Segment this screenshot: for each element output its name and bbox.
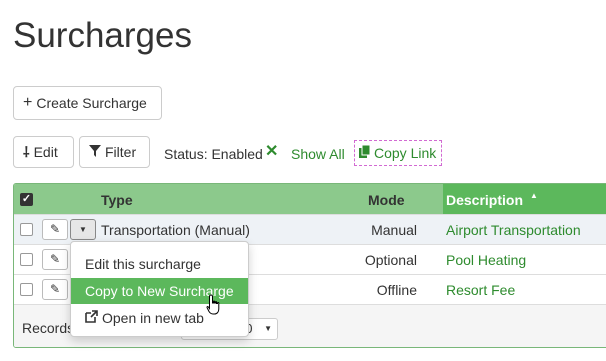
filter-label: Filter xyxy=(105,144,137,160)
cell-description-link[interactable]: Pool Heating xyxy=(446,252,526,268)
row-checkbox[interactable] xyxy=(20,223,33,236)
status-filter-label: Status: Enabled xyxy=(164,146,263,162)
sort-asc-icon: ▲ xyxy=(530,191,538,200)
cell-mode: Optional xyxy=(364,252,417,268)
x-icon[interactable]: ✕ xyxy=(265,144,278,160)
copy-icon xyxy=(359,144,371,161)
cell-mode: Manual xyxy=(371,222,417,238)
records-label: Records xyxy=(22,320,75,336)
column-header-description-label: Description xyxy=(446,192,524,208)
pencil-icon[interactable]: ✎ xyxy=(42,219,68,240)
cell-type: Transportation (Manual) xyxy=(101,222,250,238)
hand-cursor-icon xyxy=(206,294,220,315)
row-checkbox[interactable] xyxy=(20,283,33,296)
create-surcharge-button[interactable]: + Create Surcharge xyxy=(13,86,162,120)
copy-link-label: Copy Link xyxy=(374,145,437,161)
menu-item-edit-surcharge[interactable]: Edit this surcharge xyxy=(71,251,248,277)
table-row[interactable]: ✎ ▼ Transportation (Manual) Manual Airpo… xyxy=(14,214,606,244)
cell-description-link[interactable]: Airport Transportation xyxy=(446,222,581,238)
pencil-icon[interactable]: ✎ xyxy=(42,279,68,300)
chevron-down-icon: ▼ xyxy=(264,324,272,333)
column-header-description[interactable]: Description ▲ xyxy=(443,184,606,214)
create-surcharge-label: Create Surcharge xyxy=(36,95,147,111)
select-all-checkbox[interactable]: ✓ xyxy=(20,193,33,206)
filter-icon xyxy=(89,144,101,160)
show-all-link[interactable]: Show All xyxy=(291,146,345,162)
page-title: Surcharges xyxy=(13,16,192,55)
copy-link-button[interactable]: Copy Link xyxy=(354,140,442,166)
filter-button[interactable]: Filter xyxy=(79,136,150,168)
pencil-icon[interactable]: ✎ xyxy=(42,249,68,270)
external-link-icon xyxy=(85,305,98,331)
plus-icon: + xyxy=(23,94,33,111)
row-checkbox[interactable] xyxy=(20,253,33,266)
row-actions-menu: Edit this surcharge Copy to New Surcharg… xyxy=(70,241,249,337)
edit-button[interactable]: ⸸ Edit xyxy=(13,136,74,168)
edit-label: Edit xyxy=(33,144,58,160)
table-header: ✓ Type Mode Description ▲ xyxy=(14,184,606,214)
column-header-mode[interactable]: Mode xyxy=(368,192,405,208)
caret-down-icon[interactable]: ▼ xyxy=(70,219,96,240)
column-header-type[interactable]: Type xyxy=(101,192,133,208)
menu-item-open-new-tab-label: Open in new tab xyxy=(102,310,204,326)
edit-icon: ⸸ xyxy=(23,143,30,160)
cell-mode: Offline xyxy=(376,282,417,298)
cell-description-link[interactable]: Resort Fee xyxy=(446,282,515,298)
